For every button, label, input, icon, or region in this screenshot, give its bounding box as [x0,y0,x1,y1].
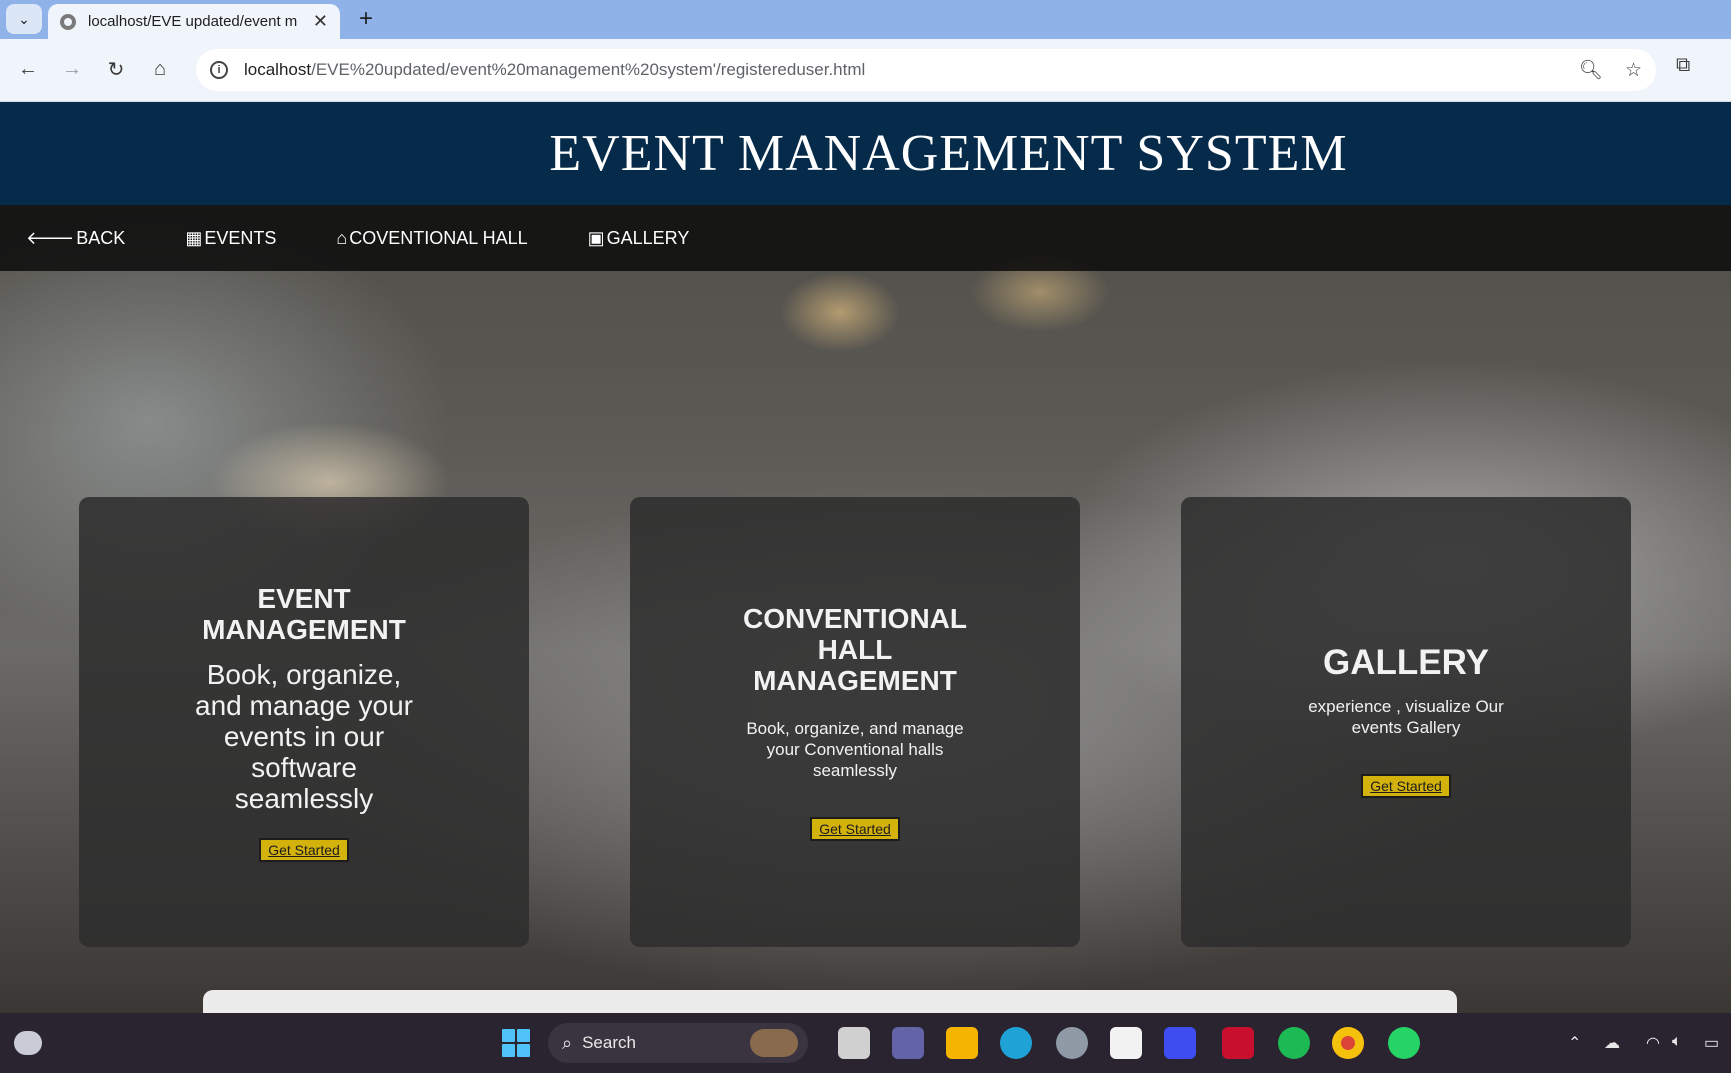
zoom-icon[interactable]: 🔍︎ [1579,58,1603,82]
site-nav: 🡐 BACK ▦ EVENTS ⌂ COVENTIONAL HALL ▣ GAL… [0,205,1731,271]
image-icon: ▣ [587,227,605,248]
volume-icon[interactable]: 🔈︎ [1672,1033,1682,1051]
nav-events-label: EVENTS [204,227,277,248]
back-arrow-icon[interactable]: ← [10,51,46,87]
arrow-left-icon: 🡐 [26,227,75,248]
site-header: EVENT MANAGEMENT SYSTEM [0,102,1731,205]
card-title: CONVENTIONAL HALL MANAGEMENT [743,603,967,696]
chevron-up-icon[interactable]: ⌃ [1568,1033,1581,1053]
mcafee-icon[interactable] [1222,1027,1254,1059]
bookmark-star-icon[interactable]: ☆ [1625,59,1642,82]
url-text[interactable]: localhost/EVE%20updated/event%20manageme… [244,60,1557,80]
address-bar[interactable]: i localhost/EVE%20updated/event%20manage… [196,49,1656,91]
tab-title: localhost/EVE updated/event m [88,13,298,30]
nav-events-link[interactable]: ▦ EVENTS [185,228,276,249]
file-explorer-icon[interactable] [946,1027,978,1059]
bottom-panel [203,990,1457,1013]
whatsapp-icon[interactable] [1388,1027,1420,1059]
taskbar-search[interactable]: ⌕ Search [548,1023,808,1063]
nav-back-label: BACK [76,227,126,248]
nav-gallery-label: GALLERY [606,227,690,248]
forward-arrow-icon[interactable]: → [54,51,90,87]
tab-list-chevron-down-icon[interactable]: ⌄ [6,4,42,34]
reload-icon[interactable]: ↻ [98,51,134,87]
taskbar: ⌕ Search ⌃ ☁ ◠ 🔈︎ ▭ [0,1013,1731,1073]
home-icon[interactable]: ⌂ [142,51,178,87]
browser-tab-bar: ⌄ localhost/EVE updated/event m ✕ + [0,0,1731,39]
card-description: Book, organize, and manage your events i… [195,658,413,814]
nav-hall-link[interactable]: ⌂ COVENTIONAL HALL [336,228,527,249]
globe-icon [60,13,76,30]
tab-close-icon[interactable]: ✕ [313,11,328,32]
browser-toolbar: ← → ↻ ⌂ i localhost/EVE%20updated/event%… [0,39,1731,102]
new-tab-button[interactable]: + [352,5,380,33]
card-description: experience , visualize Our events Galler… [1308,696,1504,737]
get-started-button[interactable]: Get Started [259,837,349,862]
battery-icon[interactable]: ▭ [1704,1033,1719,1053]
edge-icon[interactable] [1000,1027,1032,1059]
nav-hall-label: COVENTIONAL HALL [349,227,528,248]
windows-start-icon[interactable] [502,1029,530,1057]
onedrive-icon[interactable]: ☁ [1604,1033,1620,1053]
chrome-icon[interactable] [1332,1027,1364,1059]
url-path: /EVE%20updated/event%20management%20syst… [311,60,866,79]
get-started-button[interactable]: Get Started [1361,773,1451,798]
calendar-icon: ▦ [185,227,203,248]
site-title: EVENT MANAGEMENT SYSTEM [549,125,1348,182]
weather-icon[interactable] [14,1031,42,1055]
hall-management-card: CONVENTIONAL HALL MANAGEMENT Book, organ… [630,497,1080,947]
app-icon[interactable] [1164,1027,1196,1059]
event-management-card: EVENT MANAGEMENT Book, organize, and man… [79,497,529,947]
url-host: localhost [244,60,312,79]
teams-icon[interactable] [892,1027,924,1059]
search-highlight-icon [750,1029,798,1057]
get-started-button[interactable]: Get Started [810,817,900,841]
nav-gallery-link[interactable]: ▣ GALLERY [588,228,690,249]
card-title: GALLERY [1323,642,1489,682]
card-description: Book, organize, and manage your Conventi… [746,719,964,780]
card-title: EVENT MANAGEMENT [202,582,406,645]
nav-back-link[interactable]: 🡐 BACK [26,228,125,249]
hall-icon: ⌂ [336,227,348,248]
page-background: EVENT MANAGEMENT SYSTEM 🡐 BACK ▦ EVENTS … [0,102,1731,1013]
search-icon: ⌕ [562,1032,573,1053]
settings-gear-icon[interactable] [1056,1027,1088,1059]
search-label: Search [582,1033,636,1052]
gallery-card: GALLERY experience , visualize Our event… [1181,497,1631,947]
extensions-puzzle-icon[interactable]: ⧉ [1676,54,1690,77]
spotify-icon[interactable] [1278,1027,1310,1059]
wifi-icon[interactable]: ◠ [1646,1033,1660,1053]
browser-tab[interactable]: localhost/EVE updated/event m ✕ [48,4,340,39]
store-icon[interactable] [1110,1027,1142,1059]
task-view-icon[interactable] [838,1027,870,1059]
site-info-icon[interactable]: i [210,61,228,79]
